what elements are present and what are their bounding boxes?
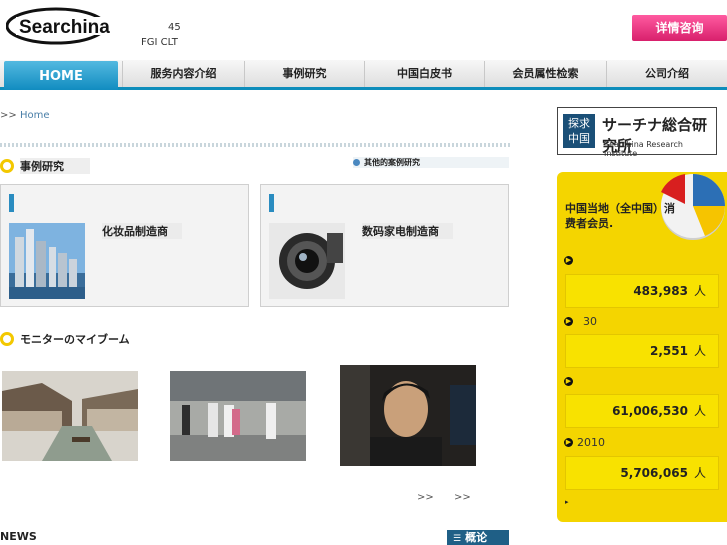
stat-unit: 人: [693, 404, 706, 418]
stat-value: 2,551: [650, 344, 688, 358]
pager-next[interactable]: >>: [454, 492, 471, 503]
small-arrow-icon: ▸: [565, 498, 569, 506]
breadcrumb: >> Home: [0, 110, 49, 121]
case-card-electronics[interactable]: 数码家电制造商: [260, 184, 509, 307]
stat-value: 5,706,065: [620, 466, 688, 480]
arrow-bullet-icon: ▶: [564, 377, 573, 386]
young-man-photo[interactable]: [340, 365, 476, 466]
card-accent: [9, 194, 14, 212]
nav-item-company[interactable]: 公司介绍: [606, 61, 727, 87]
pager-prev[interactable]: >>: [417, 492, 434, 503]
people-photo[interactable]: [170, 371, 306, 461]
stat-row-1: 483,983 人: [565, 274, 719, 308]
stat-value: 61,006,530: [612, 404, 688, 418]
arrow-bullet-icon: ▶: [564, 256, 573, 265]
more-cases-link[interactable]: 其他的案例研究: [353, 157, 509, 168]
stat-value: 483,983: [633, 284, 688, 298]
nav-item-member-search[interactable]: 会员属性检索: [484, 61, 606, 87]
case-card-cosmetics[interactable]: 化妆品制造商: [0, 184, 249, 307]
water-town-photo[interactable]: [2, 371, 138, 461]
arrow-bullet-icon: [353, 159, 360, 166]
consult-button[interactable]: 详情咨询: [632, 15, 727, 41]
research-institute-banner[interactable]: 探求中国 サーチナ総合研究所 Searchina Research Instit…: [557, 107, 717, 158]
stat-unit: 人: [693, 344, 706, 358]
ring-icon: [0, 159, 14, 173]
monitor-title: モニターのマイブーム: [20, 333, 130, 346]
searchina-logo[interactable]: Searchina: [5, 6, 116, 46]
stat-row-2: 2,551 人: [565, 334, 719, 368]
header-number: 45: [168, 22, 181, 33]
monitor-heading: モニターのマイブーム: [0, 331, 130, 347]
case-label: 数码家电制造商: [362, 223, 453, 239]
breadcrumb-divider: [0, 143, 510, 147]
card-accent: [269, 194, 274, 212]
cases-title: 事例研究: [20, 158, 90, 174]
case-label: 化妆品制造商: [102, 223, 182, 239]
breadcrumb-home-link[interactable]: Home: [20, 110, 50, 121]
brand-en-name: Searchina Research Institute: [604, 140, 683, 158]
city-skyline-photo: [9, 223, 85, 299]
nav-item-whitepaper[interactable]: 中国白皮书: [364, 61, 484, 87]
stat-row-4: 5,706,065 人: [565, 456, 719, 490]
list-icon: ☰: [453, 534, 462, 544]
stat-row-3: 61,006,530 人: [565, 394, 719, 428]
cases-heading: 事例研究: [0, 158, 90, 174]
stat-unit: 人: [693, 466, 706, 480]
breadcrumb-prefix: >>: [0, 110, 17, 121]
camera-lens-photo: [269, 223, 345, 299]
overview-button[interactable]: ☰ 概论: [447, 530, 509, 545]
overview-label: 概论: [465, 531, 488, 544]
arrow-bullet-icon: ▶: [564, 438, 573, 447]
more-cases-label: 其他的案例研究: [364, 158, 420, 167]
nav-item-services[interactable]: 服务内容介绍: [122, 61, 244, 87]
logo-text: Searchina: [19, 17, 110, 38]
stat-label-2: 30: [583, 315, 597, 328]
nav-home-tab[interactable]: HOME: [4, 61, 118, 90]
brand-mark: 探求中国: [563, 114, 595, 148]
nav-item-cases[interactable]: 事例研究: [244, 61, 364, 87]
header-subtext: FGI CLT: [141, 37, 178, 48]
stat-label-4: 2010: [577, 436, 605, 449]
stat-unit: 人: [693, 284, 706, 298]
panel-title: 中国当地（全中国）消费者会员.: [565, 202, 675, 230]
arrow-bullet-icon: ▶: [564, 317, 573, 326]
news-heading: NEWS: [0, 530, 37, 543]
ring-icon: [0, 332, 14, 346]
